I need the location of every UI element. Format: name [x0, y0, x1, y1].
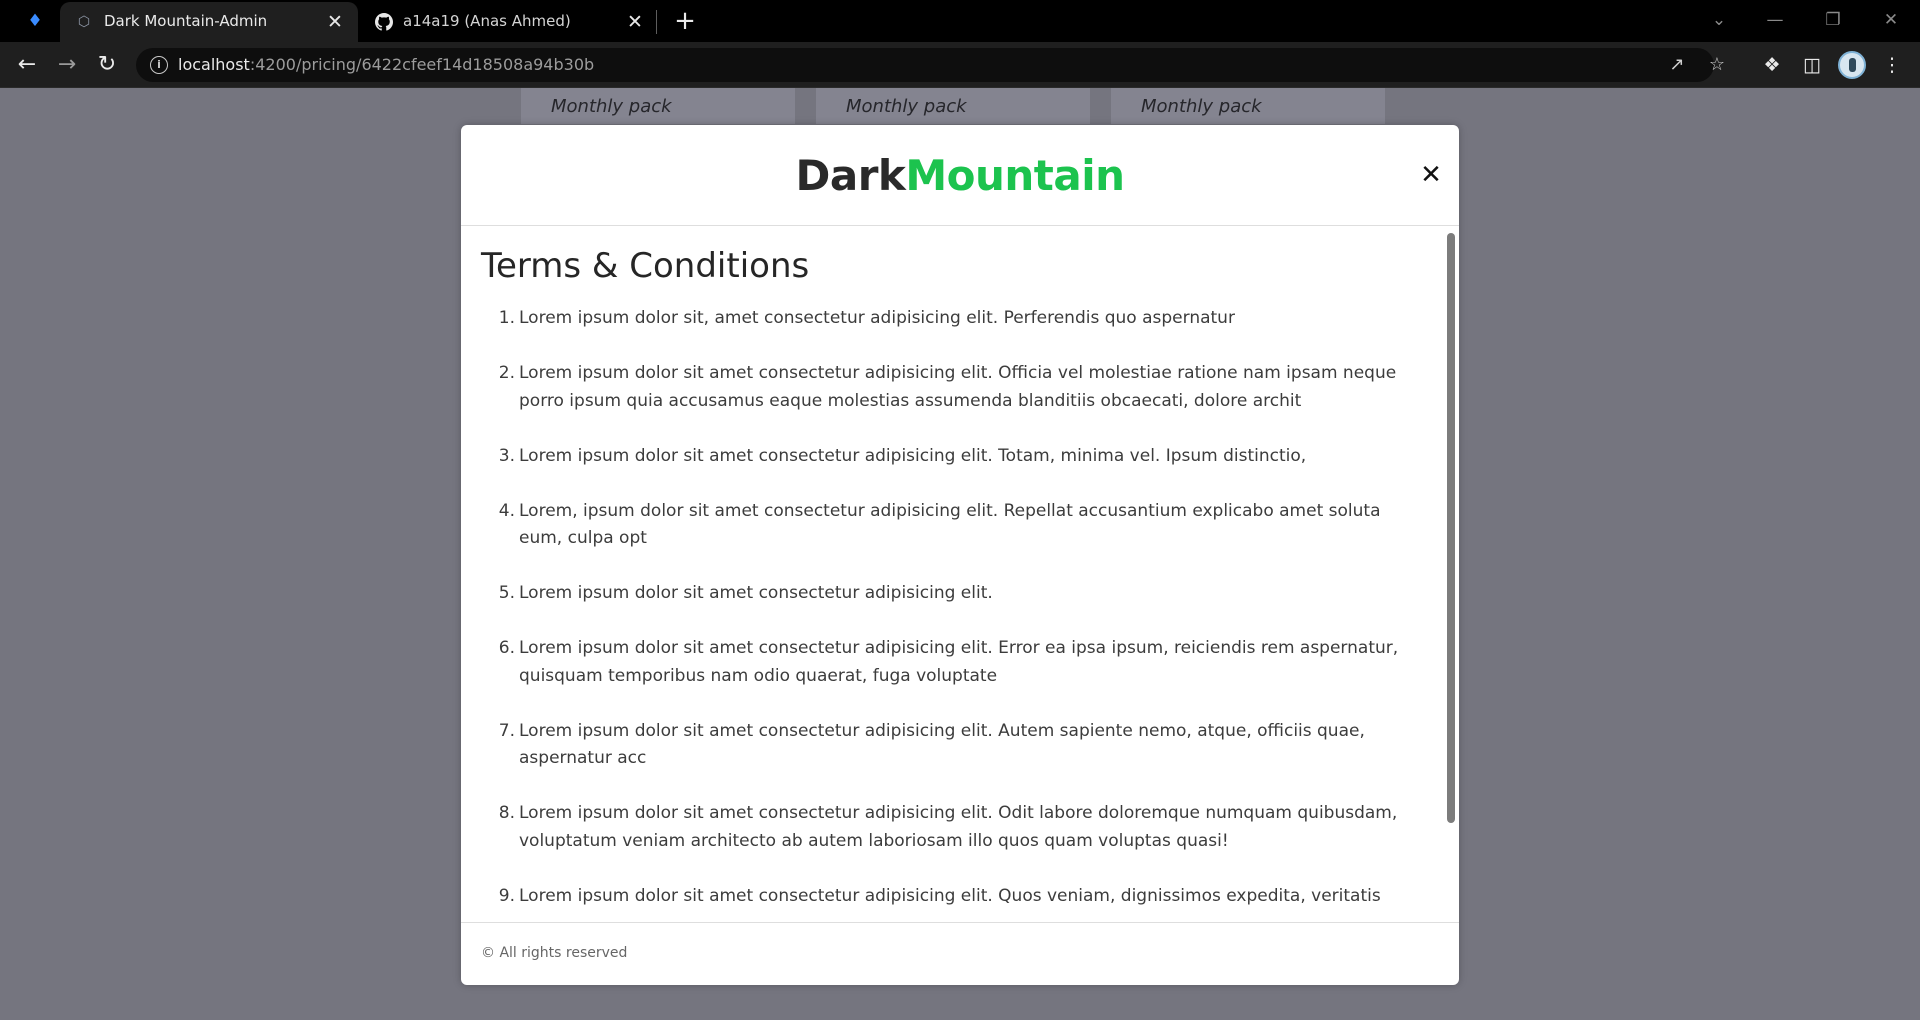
- copyright-text: © All rights reserved: [481, 945, 628, 961]
- side-panel-icon[interactable]: ◫: [1798, 51, 1826, 79]
- pinned-tab-gem-icon[interactable]: ♦: [22, 10, 48, 32]
- list-item: 3. Lorem ipsum dolor sit amet consectetur…: [498, 445, 1307, 466]
- tab-dark-mountain-admin[interactable]: ⬡ Dark Mountain-Admin ✕: [60, 2, 358, 42]
- tab-title: Dark Mountain-Admin: [104, 12, 268, 30]
- list-item: 2. Lorem ipsum dolor sit amet consectetur…: [498, 363, 1397, 411]
- pricing-card: Monthly pack: [521, 88, 795, 124]
- browser-toolbar: ← → ↻ i localhost:4200/pricing/6422cfeef…: [0, 42, 1920, 88]
- site-info-icon[interactable]: i: [150, 56, 168, 74]
- pricing-card: Monthly pack: [816, 88, 1090, 124]
- restore-icon[interactable]: ❐: [1818, 8, 1848, 32]
- minimize-icon[interactable]: —: [1760, 8, 1790, 32]
- close-modal-icon[interactable]: ✕: [1417, 161, 1445, 189]
- address-bar[interactable]: i localhost:4200/pricing/6422cfeef14d185…: [136, 48, 1725, 82]
- close-tab-icon[interactable]: ✕: [624, 11, 646, 33]
- back-arrow-icon[interactable]: ←: [13, 51, 41, 79]
- pack-label: Monthly pack: [1141, 96, 1262, 117]
- list-item: 6. Lorem ipsum dolor sit amet consectetur…: [498, 638, 1399, 686]
- list-item: 5. Lorem ipsum dolor sit amet consectetur…: [498, 583, 993, 603]
- browser-menu-icon[interactable]: ⋮: [1878, 51, 1906, 79]
- modal-title: Terms & Conditions: [481, 246, 810, 286]
- tab-search-chevron-icon[interactable]: ⌄: [1704, 8, 1734, 32]
- modal-footer: © All rights reserved: [461, 922, 1459, 985]
- pricing-card: Monthly pack: [1111, 88, 1385, 124]
- angular-icon: ⬡: [77, 14, 91, 30]
- tab-divider: [656, 10, 657, 34]
- tab-github[interactable]: a14a19 (Anas Ahmed) ✕: [360, 2, 658, 42]
- list-item: 4. Lorem, ipsum dolor sit amet consectetu…: [498, 500, 1381, 549]
- modal-scrollbar[interactable]: [1447, 233, 1455, 823]
- pack-label: Monthly pack: [551, 96, 672, 117]
- url-text[interactable]: localhost:4200/pricing/6422cfeef14d18508…: [178, 55, 594, 74]
- terms-list: 1. Lorem ipsum dolor sit, amet consectetu…: [498, 305, 1419, 923]
- tab-title: a14a19 (Anas Ahmed): [403, 12, 571, 30]
- terms-modal: DarkMountain ✕ Terms & Conditions 1. Lore…: [461, 125, 1459, 985]
- new-tab-plus-icon[interactable]: +: [672, 8, 698, 34]
- list-item: 1. Lorem ipsum dolor sit, amet consectetu…: [498, 308, 1235, 328]
- window-close-icon[interactable]: ✕: [1876, 8, 1906, 32]
- forward-arrow-icon[interactable]: →: [53, 51, 81, 79]
- brand-logo: DarkMountain: [795, 151, 1125, 200]
- modal-body: Terms & Conditions 1. Lorem ipsum dolor s…: [461, 226, 1459, 923]
- list-item: 9. Lorem ipsum dolor sit amet consectetur…: [498, 885, 1381, 906]
- bookmark-star-icon[interactable]: ☆: [1706, 54, 1728, 76]
- list-item: 7. Lorem ipsum dolor sit amet consectetur…: [498, 720, 1365, 769]
- reload-icon[interactable]: ↻: [93, 51, 121, 79]
- extensions-puzzle-icon[interactable]: ❖: [1758, 51, 1786, 79]
- tab-strip: ♦ ⬡ Dark Mountain-Admin ✕ a14a19 (Anas A…: [0, 0, 1920, 42]
- github-icon: [375, 13, 393, 31]
- profile-avatar[interactable]: [1838, 51, 1866, 79]
- close-tab-icon[interactable]: ✕: [324, 11, 346, 33]
- list-item: 8. Lorem ipsum dolor sit amet consectetur…: [498, 803, 1398, 851]
- modal-header: DarkMountain ✕: [461, 125, 1459, 226]
- share-icon[interactable]: ↗: [1666, 54, 1688, 76]
- pack-label: Monthly pack: [846, 96, 967, 117]
